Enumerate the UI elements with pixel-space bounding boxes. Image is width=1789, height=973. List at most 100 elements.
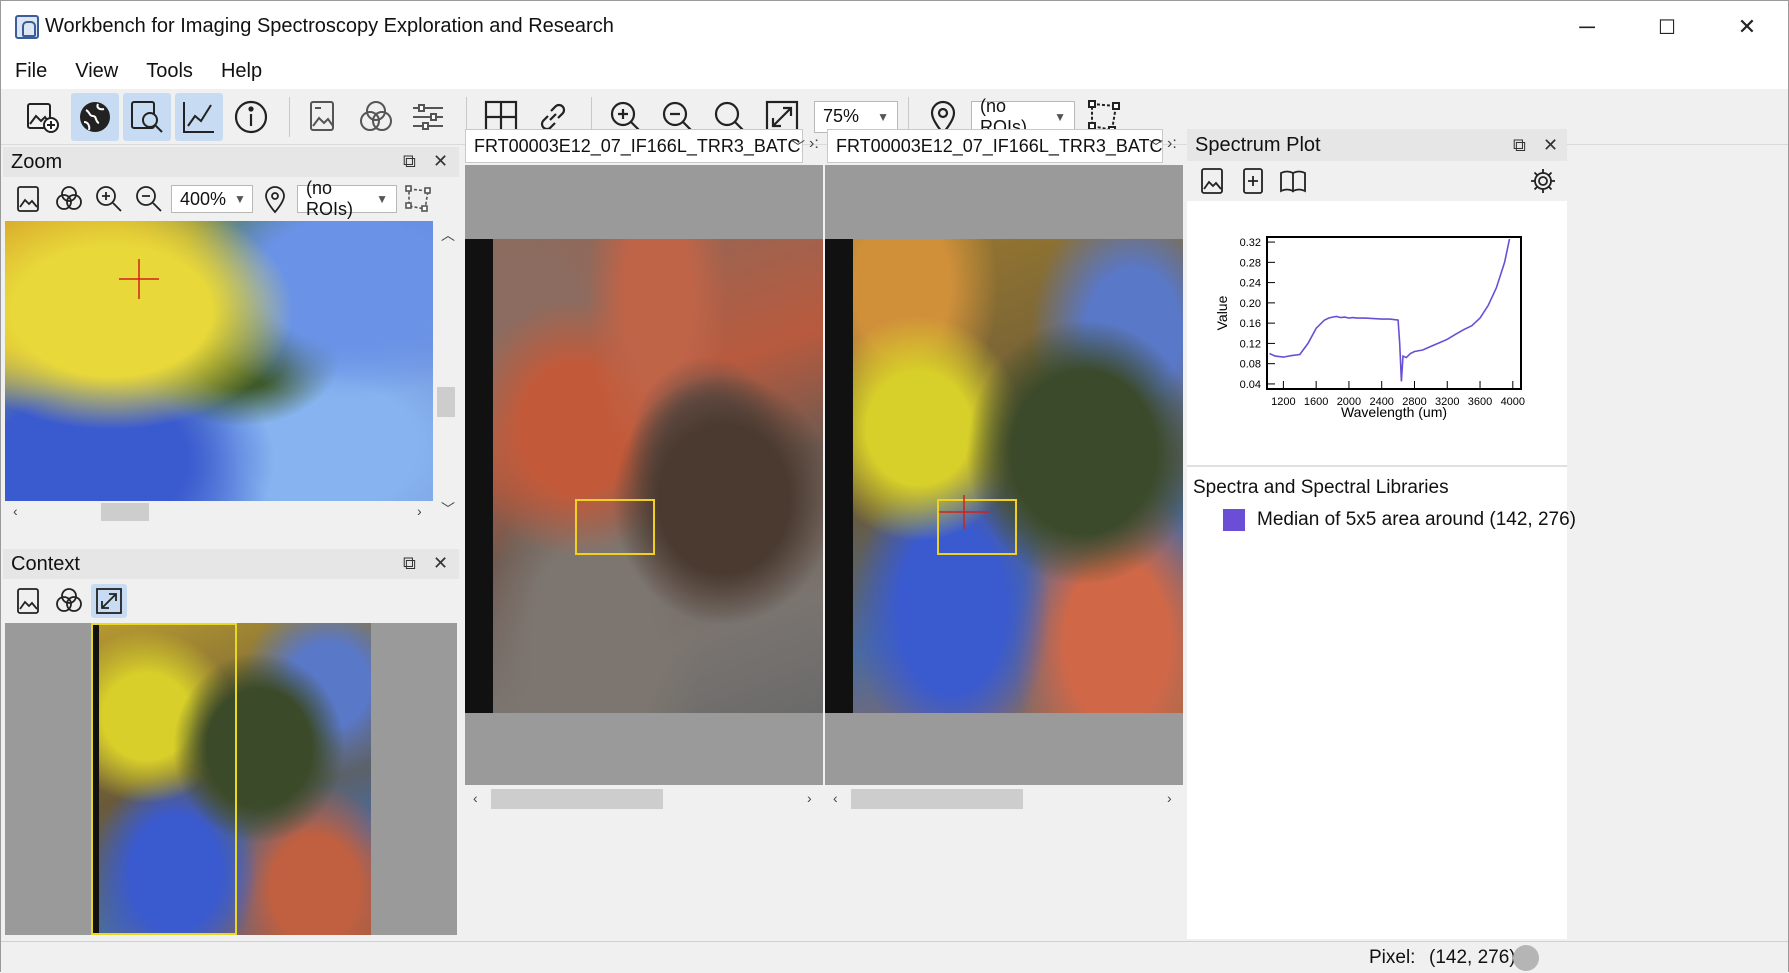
pixel-coordinates: (142, 276) xyxy=(1429,947,1516,968)
zoom-panel-title: Zoom xyxy=(3,147,459,177)
context-panel-title: Context xyxy=(3,549,459,579)
globe-icon[interactable] xyxy=(71,92,119,141)
context-image[interactable] xyxy=(91,623,371,935)
context-viewport[interactable] xyxy=(5,623,457,935)
add-image-icon[interactable] xyxy=(19,93,67,141)
undock-icon[interactable]: ⧉ xyxy=(403,553,416,574)
chevron-down-icon[interactable]: ﹀ xyxy=(1149,137,1163,157)
zoom-level-value: 75% xyxy=(823,106,860,126)
view1-dataset-select[interactable]: FRT00003E12_07_IF166L_TRR3_BATCH_CA xyxy=(465,129,803,163)
undock-icon[interactable]: ⧉ xyxy=(1513,135,1526,156)
overflow-chevron-icon[interactable]: ›: xyxy=(1167,135,1177,153)
spectrum-legend-item[interactable]: Median of 5x5 area around (142, 276) xyxy=(1223,509,1576,531)
scrollbar-thumb[interactable] xyxy=(851,789,1023,809)
zoom-panel-level-select[interactable]: 400% ▼ xyxy=(171,185,253,213)
close-button[interactable]: ✕ xyxy=(1717,9,1777,45)
chevron-right-icon[interactable]: › xyxy=(1167,790,1172,806)
overflow-chevron-icon[interactable]: ›: xyxy=(809,135,819,153)
y-tick-label: 0.28 xyxy=(1240,257,1261,269)
view2-viewport[interactable] xyxy=(825,165,1183,785)
spectrum-line[interactable] xyxy=(1269,238,1511,382)
raster-view-icon[interactable] xyxy=(300,93,348,141)
zoom-level-select[interactable]: 75% ▼ xyxy=(814,100,898,133)
zoom-vertical-scrollbar[interactable]: ︿ ﹀ xyxy=(435,221,457,521)
bands-icon[interactable] xyxy=(51,584,87,618)
x-tick-label: 1200 xyxy=(1271,396,1295,408)
globe-status-icon xyxy=(1513,945,1539,971)
menu-tools[interactable]: Tools xyxy=(144,58,195,85)
title-bar: Workbench for Imaging Spectroscopy Explo… xyxy=(1,1,1788,53)
chevron-left-icon[interactable]: ‹ xyxy=(473,790,478,806)
roi-polygon-icon[interactable] xyxy=(401,182,437,216)
chevron-down-icon: ▼ xyxy=(877,109,889,124)
scrollbar-thumb[interactable] xyxy=(437,387,455,417)
panel-close-icon[interactable]: ✕ xyxy=(433,553,448,574)
zoom-out-icon[interactable] xyxy=(131,182,167,216)
x-tick-label: 3600 xyxy=(1468,396,1492,408)
zoom-horizontal-scrollbar[interactable]: ‹ › xyxy=(5,501,433,523)
chevron-down-icon[interactable]: ﹀ xyxy=(441,499,455,519)
view1-tab-label: FRT00003E12_07_IF166L_TRR3_BATCH_CA xyxy=(474,135,802,156)
crosshair-marker xyxy=(939,495,989,529)
y-tick-label: 0.32 xyxy=(1240,237,1261,249)
y-tick-label: 0.20 xyxy=(1240,298,1261,310)
zoom-fit-icon[interactable] xyxy=(91,584,127,618)
zoom-panel-roi-value: (no ROIs) xyxy=(306,178,353,219)
spectrum-panel-toolbar xyxy=(1187,161,1567,201)
chevron-right-icon[interactable]: › xyxy=(807,790,812,806)
spectrum-chart[interactable]: 0.04 0.08 0.12 0.16 0.20 0.24 0.28 0.32 1200 160… xyxy=(1207,217,1547,437)
zoom-panel-title-text: Zoom xyxy=(11,150,63,173)
scrollbar-thumb[interactable] xyxy=(101,503,149,521)
raster-view-icon[interactable] xyxy=(1195,164,1231,198)
view1-image[interactable] xyxy=(493,239,823,713)
roi-pin-icon[interactable] xyxy=(257,182,293,216)
panel-close-icon[interactable]: ✕ xyxy=(1543,135,1558,156)
zoom-in-icon[interactable] xyxy=(91,182,127,216)
bands-icon[interactable] xyxy=(352,93,400,141)
chevron-right-icon[interactable]: › xyxy=(417,503,422,519)
image-border xyxy=(465,239,493,713)
spectrum-plot-icon[interactable] xyxy=(175,92,223,141)
menu-file[interactable]: File xyxy=(13,58,49,85)
zoom-panel-level-value: 400% xyxy=(180,188,227,209)
zoom-region-box[interactable] xyxy=(575,499,655,555)
info-icon[interactable] xyxy=(227,93,275,141)
maximize-button[interactable]: ☐ xyxy=(1637,9,1697,45)
menu-help[interactable]: Help xyxy=(219,58,264,85)
roi-select[interactable]: (no ROIs) ▼ xyxy=(971,96,1075,137)
gear-icon[interactable] xyxy=(1525,164,1561,198)
minimize-button[interactable]: ─ xyxy=(1557,9,1617,45)
visible-region-box[interactable] xyxy=(91,623,237,935)
spectral-library-icon[interactable] xyxy=(1275,164,1311,198)
view2-tab-label: FRT00003E12_07_IF166L_TRR3_BATCH_CA xyxy=(836,135,1163,156)
scrollbar-thumb[interactable] xyxy=(491,789,663,809)
zoom-image[interactable] xyxy=(5,221,433,521)
zoom-window-icon[interactable] xyxy=(123,92,171,141)
legend-entry-label: Median of 5x5 area around (142, 276) xyxy=(1257,509,1576,531)
panel-close-icon[interactable]: ✕ xyxy=(433,151,448,172)
zoom-panel-roi-select[interactable]: (no ROIs) ▼ xyxy=(297,178,397,219)
view1-horizontal-scrollbar[interactable]: ‹ › xyxy=(465,787,823,811)
chevron-up-icon[interactable]: ︿ xyxy=(441,225,455,245)
y-tick-label: 0.04 xyxy=(1240,379,1261,391)
stretch-icon[interactable] xyxy=(404,93,452,141)
chevron-left-icon[interactable]: ‹ xyxy=(833,790,838,806)
bands-icon[interactable] xyxy=(51,182,87,216)
undock-icon[interactable]: ⧉ xyxy=(403,151,416,172)
view2-image[interactable] xyxy=(853,239,1183,713)
menu-view[interactable]: View xyxy=(73,58,120,85)
add-spectrum-icon[interactable] xyxy=(1235,164,1271,198)
chevron-down-icon[interactable]: ﹀ xyxy=(791,137,805,157)
context-panel-title-text: Context xyxy=(11,552,80,575)
view2-horizontal-scrollbar[interactable]: ‹ › xyxy=(825,787,1183,811)
context-panel: Context ⧉ ✕ xyxy=(3,549,459,939)
spectral-libraries-heading: Spectra and Spectral Libraries xyxy=(1193,477,1449,498)
view2-dataset-select[interactable]: FRT00003E12_07_IF166L_TRR3_BATCH_CA xyxy=(827,129,1163,163)
app-window: Workbench for Imaging Spectroscopy Explo… xyxy=(0,0,1789,973)
raster-view-icon[interactable] xyxy=(11,584,47,618)
chevron-left-icon[interactable]: ‹ xyxy=(13,503,18,519)
raster-view-icon[interactable] xyxy=(11,182,47,216)
view1-viewport[interactable] xyxy=(465,165,823,785)
toolbar-separator xyxy=(289,96,290,137)
window-title: Workbench for Imaging Spectroscopy Explo… xyxy=(45,15,614,37)
